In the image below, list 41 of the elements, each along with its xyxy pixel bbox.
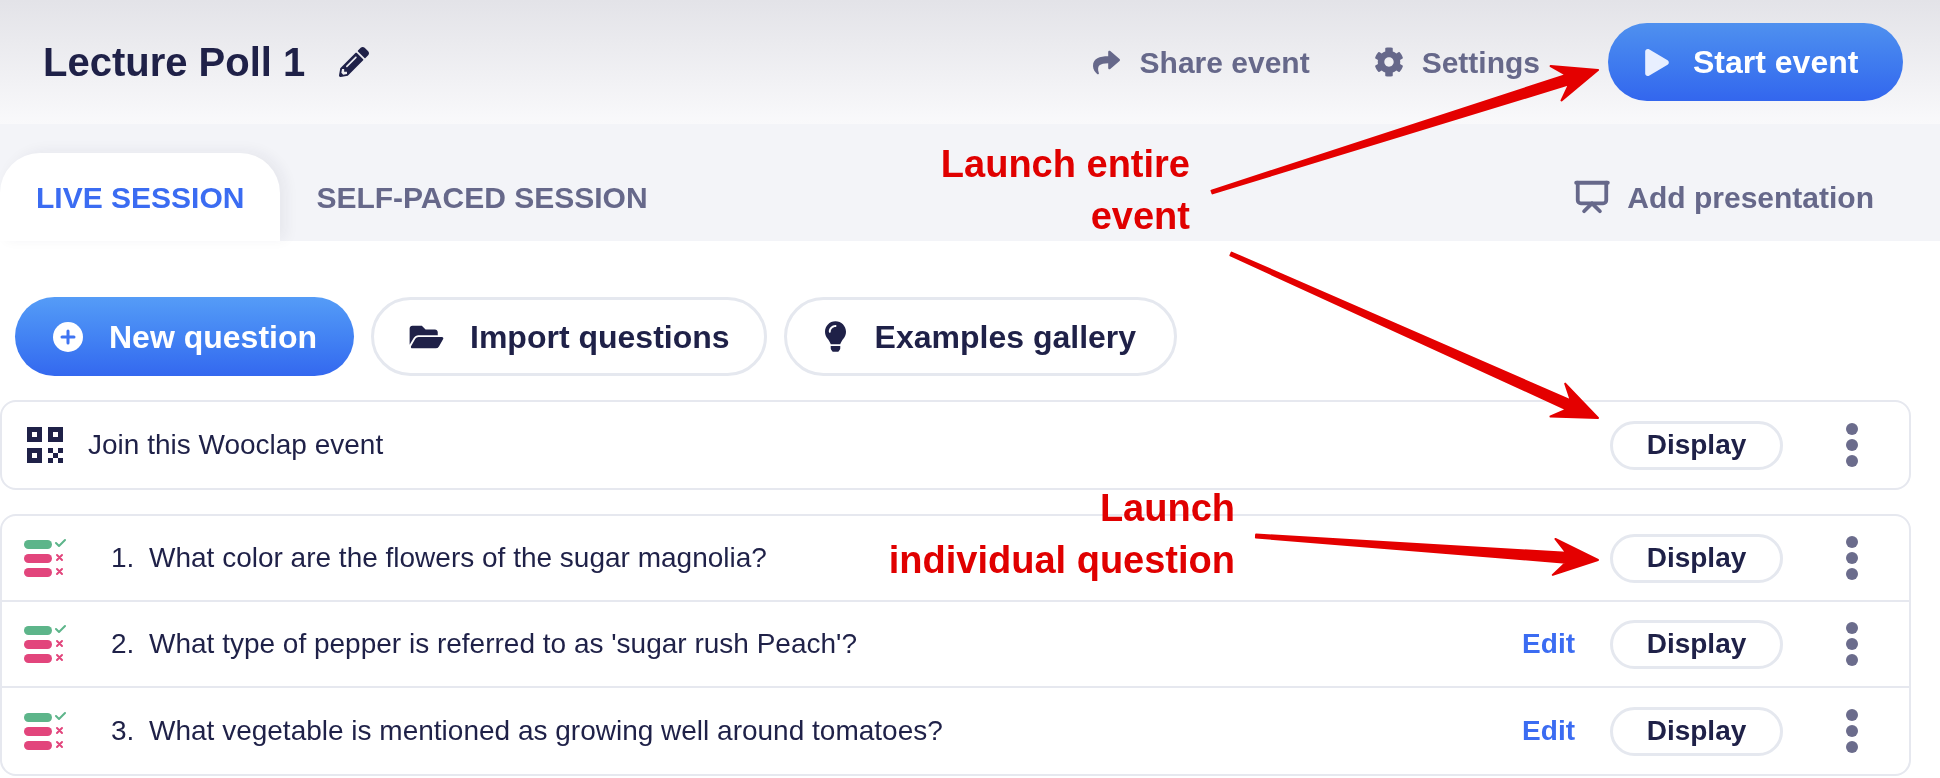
play-icon [1645, 48, 1669, 76]
share-arrow-icon [1090, 48, 1122, 76]
import-questions-button[interactable]: Import questions [371, 297, 767, 376]
question-text: What color are the flowers of the sugar magnolia? [149, 541, 767, 575]
question-number: 2. [111, 627, 136, 661]
join-event-label: Join this Wooclap event [88, 428, 384, 462]
answer-list-icon [24, 710, 66, 752]
display-button[interactable]: Display [1610, 706, 1783, 756]
lightbulb-icon [824, 321, 846, 352]
question-number: 1. [111, 541, 136, 575]
display-button[interactable]: Display [1610, 619, 1783, 669]
add-presentation-button[interactable]: Add presentation [1573, 153, 1874, 241]
vertical-dots-icon [1846, 536, 1858, 580]
edit-title-button[interactable] [339, 47, 370, 77]
question-text: What vegetable is mentioned as growing well around tomatoes? [149, 714, 943, 748]
event-title: Lecture Poll 1 [43, 42, 306, 82]
question-number: 3. [111, 714, 136, 748]
display-button[interactable]: Display [1610, 533, 1783, 583]
edit-link[interactable]: Edit [1522, 710, 1575, 752]
vertical-dots-icon [1846, 709, 1858, 753]
display-button[interactable]: Display [1610, 420, 1783, 470]
answer-list-icon [24, 537, 66, 579]
vertical-dots-icon [1846, 622, 1858, 666]
examples-gallery-button[interactable]: Examples gallery [783, 297, 1178, 376]
plus-icon [53, 321, 83, 352]
start-event-button[interactable]: Start event [1608, 23, 1903, 101]
settings-button[interactable]: Settings [1373, 39, 1540, 85]
session-tab[interactable]: LIVE SESSION [0, 153, 281, 241]
question-text: What type of pepper is referred to as 'sugar rush Peach'? [149, 627, 857, 661]
edit-link[interactable]: Edit [1522, 623, 1575, 665]
new-question-button[interactable]: New question [15, 297, 354, 376]
presentation-screen-icon [1573, 178, 1612, 216]
session-tab[interactable]: SELF-PACED SESSION [280, 153, 684, 241]
annotation-text: Launch entire event [940, 142, 1190, 239]
share-event-button[interactable]: Share event [1090, 39, 1310, 85]
annotation-text: Launch individual question [888, 486, 1235, 583]
qr-code-icon [27, 427, 63, 463]
vertical-dots-icon [1846, 423, 1858, 467]
settings-icon [1373, 47, 1404, 77]
pencil-icon [339, 47, 370, 77]
answer-list-icon [24, 623, 66, 665]
